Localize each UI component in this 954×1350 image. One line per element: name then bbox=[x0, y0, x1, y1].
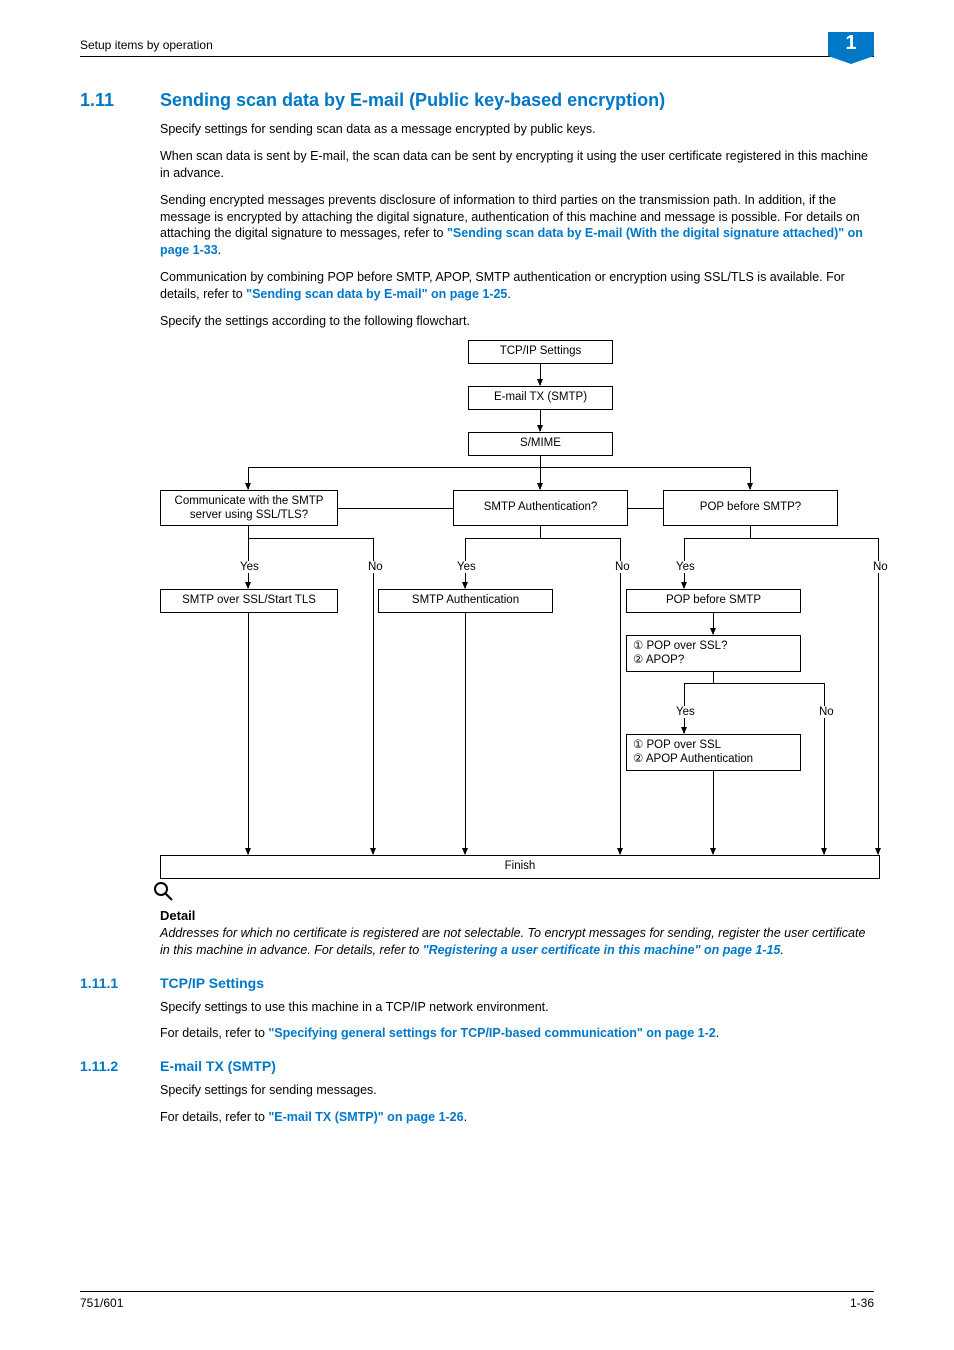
flow-line bbox=[248, 538, 373, 539]
paragraph: For details, refer to "E-mail TX (SMTP)"… bbox=[160, 1109, 874, 1126]
xref-link[interactable]: "Sending scan data by E-mail" on page 1-… bbox=[246, 287, 507, 301]
detail-label: Detail bbox=[160, 908, 874, 923]
subsection-heading: 1.11.2E-mail TX (SMTP) bbox=[80, 1058, 874, 1074]
text: . bbox=[716, 1026, 719, 1040]
paragraph: Specify settings for sending scan data a… bbox=[160, 121, 874, 138]
text: . bbox=[780, 943, 783, 957]
flow-line bbox=[540, 455, 541, 467]
paragraph: Specify the settings according to the fo… bbox=[160, 313, 874, 330]
flowchart: TCP/IP Settings E-mail TX (SMTP) S/MIME … bbox=[160, 340, 874, 880]
flow-node-pop2-a: ① POP over SSL ② APOP Authentication bbox=[626, 734, 801, 772]
flow-label-yes: Yes bbox=[455, 561, 478, 573]
detail-text: Addresses for which no certificate is re… bbox=[160, 925, 874, 959]
flow-arrow bbox=[620, 835, 621, 854]
paragraph: Specify settings to use this machine in … bbox=[160, 999, 874, 1016]
xref-link[interactable]: "Specifying general settings for TCP/IP-… bbox=[268, 1026, 715, 1040]
flow-line bbox=[465, 538, 620, 539]
flow-arrow bbox=[373, 835, 374, 854]
text: ② APOP Authentication bbox=[633, 753, 753, 765]
flow-node-ssl-q: Communicate with the SMTP server using S… bbox=[160, 490, 338, 526]
subsection-title: E-mail TX (SMTP) bbox=[160, 1058, 276, 1074]
paragraph: Sending encrypted messages prevents disc… bbox=[160, 192, 874, 260]
section-title: Sending scan data by E-mail (Public key-… bbox=[160, 90, 665, 110]
flow-arrow bbox=[248, 467, 249, 489]
flow-arrow bbox=[713, 835, 714, 854]
text: ① POP over SSL? bbox=[633, 640, 727, 652]
detail-block: Detail Addresses for which no certificat… bbox=[160, 908, 874, 959]
flow-label-yes: Yes bbox=[238, 561, 261, 573]
paragraph: Communication by combining POP before SM… bbox=[160, 269, 874, 303]
flow-label-no: No bbox=[871, 561, 890, 573]
chapter-number: 1 bbox=[845, 32, 856, 54]
flow-arrow bbox=[713, 612, 714, 634]
flow-node-smtp: E-mail TX (SMTP) bbox=[468, 386, 613, 410]
section-heading: 1.11Sending scan data by E-mail (Public … bbox=[80, 90, 874, 111]
flow-label-no: No bbox=[817, 706, 836, 718]
page: Setup items by operation 1 1.11Sending s… bbox=[0, 0, 954, 1350]
flow-line bbox=[713, 671, 714, 683]
flow-node-tcpip: TCP/IP Settings bbox=[468, 340, 613, 364]
xref-link[interactable]: "Registering a user certificate in this … bbox=[423, 943, 781, 957]
footer-right: 1-36 bbox=[850, 1296, 874, 1310]
section-number: 1.11 bbox=[80, 90, 160, 111]
flow-arrow bbox=[824, 835, 825, 854]
page-footer: 751/601 1-36 bbox=[80, 1291, 874, 1310]
xref-link[interactable]: "E-mail TX (SMTP)" on page 1-26 bbox=[268, 1110, 463, 1124]
text: For details, refer to bbox=[160, 1110, 268, 1124]
flow-label-no: No bbox=[613, 561, 632, 573]
flow-arrow bbox=[248, 835, 249, 854]
text: . bbox=[507, 287, 510, 301]
flow-arrow bbox=[540, 467, 541, 489]
paragraph: When scan data is sent by E-mail, the sc… bbox=[160, 148, 874, 182]
text: ① POP over SSL bbox=[633, 739, 721, 751]
flow-arrow bbox=[465, 835, 466, 854]
flow-node-pop-q: POP before SMTP? bbox=[663, 490, 838, 526]
text: . bbox=[218, 243, 221, 257]
flow-line bbox=[628, 508, 663, 509]
flow-line bbox=[750, 526, 751, 538]
flow-line bbox=[878, 538, 879, 854]
flow-arrow bbox=[540, 363, 541, 385]
flow-line bbox=[248, 467, 751, 468]
flow-node-smime: S/MIME bbox=[468, 432, 613, 456]
flow-arrow bbox=[878, 835, 879, 854]
footer-left: 751/601 bbox=[80, 1296, 123, 1310]
page-header: Setup items by operation 1 bbox=[80, 28, 874, 57]
flow-label-yes: Yes bbox=[674, 561, 697, 573]
flow-node-pop2-q: ① POP over SSL? ② APOP? bbox=[626, 635, 801, 673]
magnifier-icon bbox=[152, 880, 174, 902]
subsection-heading: 1.11.1TCP/IP Settings bbox=[80, 975, 874, 991]
flow-line bbox=[248, 612, 249, 854]
chapter-tab: 1 bbox=[828, 32, 874, 56]
paragraph: For details, refer to "Specifying genera… bbox=[160, 1025, 874, 1042]
flow-node-finish: Finish bbox=[160, 855, 880, 879]
flow-line bbox=[684, 683, 824, 684]
flow-label-yes: Yes bbox=[674, 706, 697, 718]
text: . bbox=[464, 1110, 467, 1124]
text: For details, refer to bbox=[160, 1026, 268, 1040]
text: ② APOP? bbox=[633, 654, 684, 666]
flow-node-auth-q: SMTP Authentication? bbox=[453, 490, 628, 526]
flow-node-auth-a: SMTP Authentication bbox=[378, 589, 553, 613]
flow-line bbox=[620, 538, 621, 854]
flow-line bbox=[338, 508, 453, 509]
subsection-number: 1.11.1 bbox=[80, 975, 160, 991]
breadcrumb: Setup items by operation bbox=[80, 38, 213, 56]
flow-line bbox=[248, 526, 249, 538]
flow-label-no: No bbox=[366, 561, 385, 573]
flow-node-pop-a: POP before SMTP bbox=[626, 589, 801, 613]
flow-line bbox=[540, 526, 541, 538]
flow-line bbox=[373, 538, 374, 854]
flow-node-ssl-a: SMTP over SSL/Start TLS bbox=[160, 589, 338, 613]
flow-arrow bbox=[540, 409, 541, 431]
subsection-number: 1.11.2 bbox=[80, 1058, 160, 1074]
page-body: 1.11Sending scan data by E-mail (Public … bbox=[80, 90, 874, 1136]
flow-arrow bbox=[750, 467, 751, 489]
flow-line bbox=[465, 612, 466, 854]
subsection-title: TCP/IP Settings bbox=[160, 975, 264, 991]
paragraph: Specify settings for sending messages. bbox=[160, 1082, 874, 1099]
flow-line bbox=[684, 538, 878, 539]
